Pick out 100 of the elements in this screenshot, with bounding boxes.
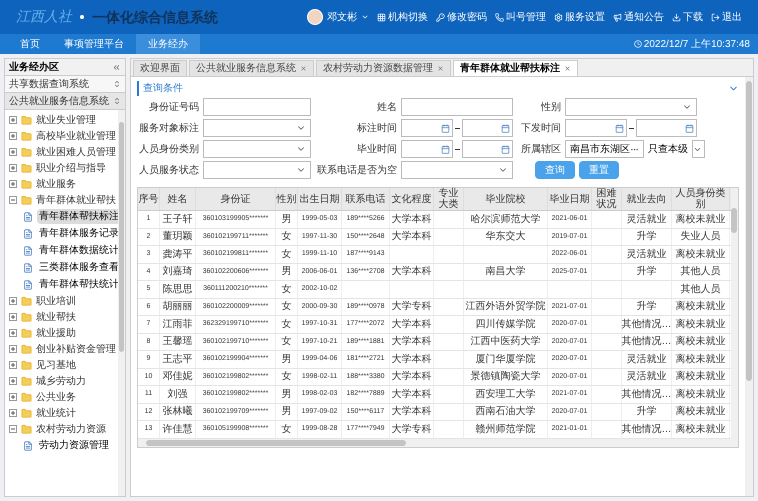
date-field[interactable] xyxy=(401,119,452,137)
toolbar-link[interactable]: 退出 xyxy=(711,10,742,24)
tree-item[interactable]: 公共业务 xyxy=(36,390,76,404)
scrollbar[interactable] xyxy=(745,77,753,496)
tree-item[interactable]: 创业补贴资金管理 xyxy=(36,342,116,356)
tree-item[interactable]: 农村劳动力资源 xyxy=(36,422,106,436)
toolbar-link[interactable]: 机构切换 xyxy=(377,10,428,24)
page-tab[interactable]: 欢迎界面 xyxy=(133,60,187,76)
table-cell-text: 女 xyxy=(282,370,292,384)
tree-item[interactable]: 职业介绍与指导 xyxy=(36,160,106,176)
expand-icon[interactable] xyxy=(9,345,17,353)
nav-tab[interactable]: 事项管理平台 xyxy=(52,34,136,54)
tree-item[interactable]: 青年群体就业帮扶 xyxy=(36,192,116,208)
column-header[interactable]: 人员身份类别 xyxy=(672,188,730,210)
date-field[interactable] xyxy=(565,119,626,137)
accordion-header[interactable]: 公共就业服务信息系统 xyxy=(5,93,125,110)
table-cell-text: 大学专科 xyxy=(392,300,432,314)
tree-item[interactable]: 见习基地 xyxy=(36,358,76,372)
tree-item[interactable]: 高校毕业就业管理 xyxy=(36,128,116,144)
expand-icon[interactable] xyxy=(9,329,17,337)
toolbar-link[interactable]: 修改密码 xyxy=(436,10,487,24)
table-cell-text: 厦门华厦学院 xyxy=(476,352,536,367)
text-field[interactable] xyxy=(203,98,311,116)
expand-icon[interactable] xyxy=(9,377,17,385)
column-header[interactable]: 困难状况 xyxy=(592,188,622,210)
select-field[interactable] xyxy=(203,119,311,137)
toolbar-link[interactable]: 叫号管理 xyxy=(495,10,546,24)
scrollbar[interactable] xyxy=(118,110,125,496)
date-field[interactable] xyxy=(401,140,452,158)
page-tab[interactable]: 公共就业服务信息系统 xyxy=(189,60,314,76)
column-header[interactable]: 姓名 xyxy=(160,188,196,210)
column-header[interactable]: 毕业院校 xyxy=(464,188,548,210)
tree-item[interactable]: 青年群体帮扶标注 xyxy=(37,209,121,224)
tree-item[interactable]: 就业援助 xyxy=(36,326,76,340)
select-field[interactable] xyxy=(401,161,513,179)
tree-item[interactable]: 青年群体数据统计 xyxy=(37,243,121,258)
toolbar-link[interactable]: 通知公告 xyxy=(613,10,664,24)
tree-item[interactable]: 就业帮扶 xyxy=(36,310,76,324)
region-field[interactable]: 南昌市东湖区 xyxy=(565,140,644,158)
select-field[interactable] xyxy=(203,161,311,179)
expand-icon[interactable] xyxy=(9,180,17,188)
date-field[interactable] xyxy=(636,119,697,137)
table-cell-text: 升学 xyxy=(636,404,656,420)
expand-icon[interactable] xyxy=(9,164,17,172)
collapse-icon[interactable] xyxy=(112,62,121,72)
tree-item[interactable]: 职业培训 xyxy=(36,294,76,308)
tree-item[interactable]: 城乡劳动力 xyxy=(36,374,86,388)
collapse-icon[interactable] xyxy=(9,425,17,433)
text-field[interactable] xyxy=(401,98,513,116)
tree-item[interactable]: 青年群体帮扶统计 xyxy=(37,277,121,292)
column-header[interactable]: 序号 xyxy=(138,188,160,210)
expand-icon[interactable] xyxy=(9,361,17,369)
column-header[interactable]: 身份证 xyxy=(196,188,276,210)
folder-icon xyxy=(21,146,32,158)
column-header[interactable]: 性别 xyxy=(276,188,298,210)
expand-icon[interactable] xyxy=(9,116,17,124)
select-field[interactable] xyxy=(565,98,697,116)
column-header[interactable]: 就业去向 xyxy=(622,188,672,210)
user-menu[interactable]: 邓文彬 xyxy=(327,10,357,24)
accordion-header[interactable]: 共享数据查询系统 xyxy=(5,76,125,93)
page-tab[interactable]: 农村劳动力资源数据管理 xyxy=(316,60,451,76)
tree-item[interactable]: 就业服务 xyxy=(36,176,76,192)
tree-item[interactable]: 就业统计 xyxy=(36,406,76,420)
expand-icon[interactable] xyxy=(9,313,17,321)
column-header[interactable]: 专业大类 xyxy=(434,188,464,210)
date-field[interactable] xyxy=(462,140,513,158)
select-field[interactable] xyxy=(203,140,311,158)
folder-icon xyxy=(21,344,32,354)
tree-item[interactable]: 三类群体服务查看 xyxy=(37,260,121,275)
tree-item[interactable]: 青年群体服务记录 xyxy=(37,226,121,241)
page-tab[interactable]: 青年群体就业帮扶标注 xyxy=(453,60,578,76)
scrollbar[interactable] xyxy=(731,188,738,438)
close-icon[interactable] xyxy=(300,65,307,72)
calendar-icon xyxy=(501,124,510,132)
document-icon xyxy=(23,280,33,290)
expand-icon[interactable] xyxy=(9,393,17,401)
toolbar-link[interactable]: 服务设置 xyxy=(554,10,605,24)
tree-item[interactable]: 就业失业管理 xyxy=(36,112,96,128)
nav-tab[interactable]: 首页 xyxy=(8,34,52,54)
toolbar-link[interactable]: 下载 xyxy=(672,10,703,24)
expand-icon[interactable] xyxy=(9,297,17,305)
column-header[interactable]: 文化程度 xyxy=(390,188,434,210)
table-cell-text: 哈尔滨师范大学 xyxy=(470,212,540,227)
table-cell-text: 男 xyxy=(282,405,292,420)
table-cell-text: 江雨菲 xyxy=(162,318,192,332)
expand-icon[interactable] xyxy=(9,409,17,417)
caret-icon[interactable] xyxy=(361,13,369,21)
tree-item[interactable]: 劳动力资源管理 xyxy=(37,438,111,453)
select-field[interactable] xyxy=(692,140,705,158)
tree-item[interactable]: 就业困难人员管理 xyxy=(36,144,116,160)
column-header[interactable]: 联系电话 xyxy=(342,188,390,210)
column-header[interactable]: 出生日期 xyxy=(298,188,342,210)
expand-icon[interactable] xyxy=(9,148,17,156)
expand-icon[interactable] xyxy=(9,132,17,140)
collapse-icon[interactable] xyxy=(9,196,17,204)
close-icon[interactable] xyxy=(564,65,571,72)
table-cell-text: 其他人员 xyxy=(680,282,720,297)
column-header[interactable]: 毕业日期 xyxy=(548,188,592,210)
close-icon[interactable] xyxy=(437,65,444,72)
date-field[interactable] xyxy=(462,119,513,137)
